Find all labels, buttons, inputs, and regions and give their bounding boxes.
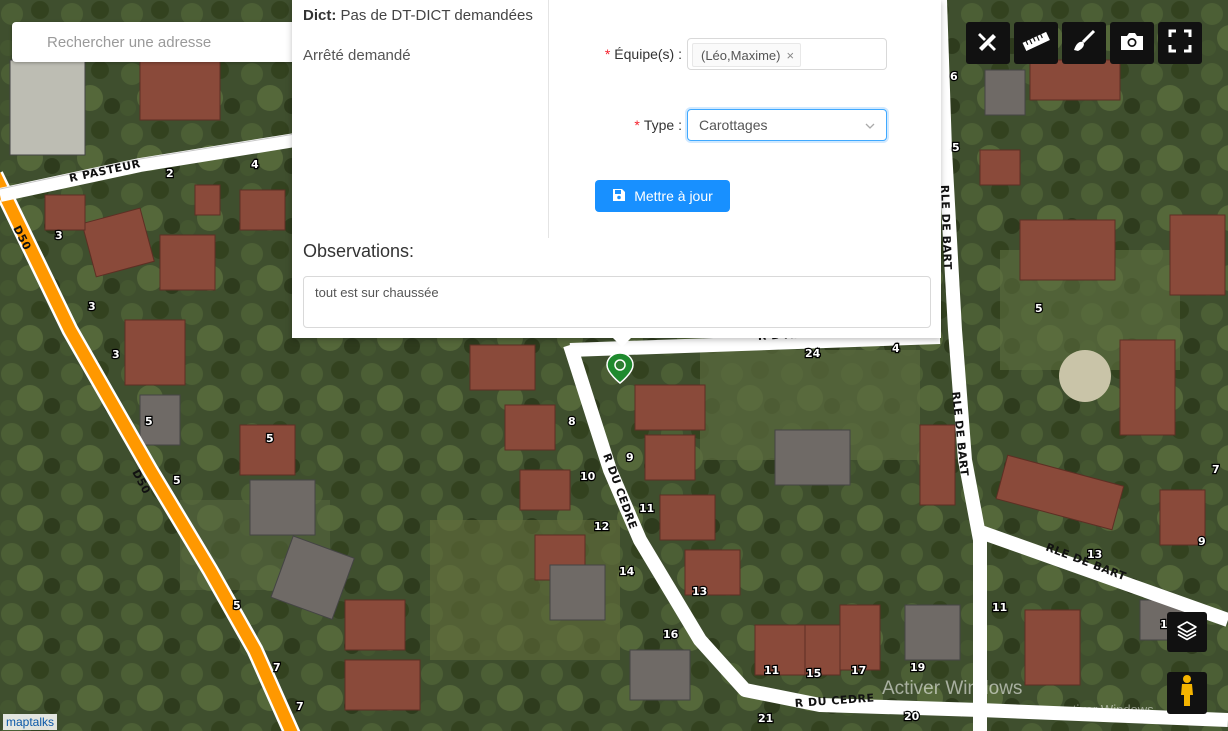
equipe-tag-label: (Léo,Maxime) xyxy=(701,47,781,63)
house-number: 4 xyxy=(251,158,259,171)
fullscreen-icon xyxy=(1168,29,1192,58)
house-number: 13 xyxy=(692,585,707,598)
house-number: 5 xyxy=(233,599,241,612)
house-number: 6 xyxy=(950,70,958,83)
house-number: 3 xyxy=(112,348,120,361)
house-number: 5 xyxy=(173,474,181,487)
arrete-text: Arrêté demandé xyxy=(303,47,411,64)
type-label: Type xyxy=(643,117,675,133)
house-number: 12 xyxy=(594,520,609,533)
equipe-tag: (Léo,Maxime) × xyxy=(692,43,802,67)
map-toolbar xyxy=(966,22,1202,64)
close-icon[interactable]: × xyxy=(786,48,794,63)
draw-tools-icon xyxy=(975,28,1001,59)
house-number: 9 xyxy=(1198,535,1206,548)
house-number: 7 xyxy=(296,700,304,713)
house-number: 14 xyxy=(619,565,635,578)
type-value: Carottages xyxy=(699,117,768,133)
update-button[interactable]: Mettre à jour xyxy=(595,180,730,212)
house-number: 13 xyxy=(1087,548,1102,561)
house-number: 11 xyxy=(639,502,654,515)
house-number: 19 xyxy=(910,661,925,674)
clear-brush-button[interactable] xyxy=(1062,22,1106,64)
house-number: 16 xyxy=(663,628,679,641)
house-number: 4 xyxy=(892,342,900,355)
house-number: 5 xyxy=(145,415,153,428)
screenshot-button[interactable] xyxy=(1110,22,1154,64)
type-select[interactable]: Carottages xyxy=(687,109,887,141)
ruler-button[interactable] xyxy=(1014,22,1058,64)
house-number: 2 xyxy=(166,167,174,180)
dict-label: Dict: xyxy=(303,7,337,24)
windows-watermark-title: Activer Windows xyxy=(882,678,1023,699)
popup-pointer xyxy=(612,337,632,347)
house-number: 9 xyxy=(626,451,634,464)
equipe-label: Équipe(s) xyxy=(614,46,675,62)
draw-tools-button[interactable] xyxy=(966,22,1010,64)
house-number: 15 xyxy=(806,667,821,680)
house-number: 21 xyxy=(758,712,773,725)
house-number: 5 xyxy=(952,141,960,154)
house-number: 7 xyxy=(1212,463,1220,476)
layers-button[interactable] xyxy=(1167,612,1207,652)
observations-title: Observations: xyxy=(303,241,415,261)
house-number: 3 xyxy=(88,300,96,313)
update-label: Mettre à jour xyxy=(634,188,713,204)
layers-icon xyxy=(1176,619,1198,646)
map-attribution[interactable]: maptalks xyxy=(3,714,58,730)
pegman-icon xyxy=(1178,674,1196,713)
house-number: 24 xyxy=(805,347,821,360)
save-icon xyxy=(612,188,626,205)
house-number: 5 xyxy=(266,432,274,445)
house-number: 8 xyxy=(568,415,576,428)
street-view-button[interactable] xyxy=(1167,672,1207,714)
house-number: 5 xyxy=(1035,302,1043,315)
house-number: 7 xyxy=(273,661,281,674)
equipe-select[interactable]: (Léo,Maxime) × xyxy=(687,38,887,70)
fullscreen-button[interactable] xyxy=(1158,22,1202,64)
popup-divider xyxy=(548,0,549,238)
type-label-wrap: * Type : xyxy=(634,117,682,133)
house-number: 17 xyxy=(851,664,866,677)
chevron-down-icon xyxy=(864,119,876,135)
equipe-label-wrap: * Équipe(s) : xyxy=(604,46,682,62)
house-number: 11 xyxy=(992,601,1007,614)
house-number: 10 xyxy=(580,470,596,483)
observations-textarea[interactable]: tout est sur chaussée xyxy=(303,276,931,328)
dict-value: Pas de DT-DICT demandées xyxy=(340,7,533,24)
site-popup: Dict: Pas de DT-DICT demandées Arrêté de… xyxy=(292,0,941,338)
ruler-icon xyxy=(1021,29,1051,58)
dict-line: Dict: Pas de DT-DICT demandées xyxy=(303,7,533,24)
clear-brush-icon xyxy=(1070,28,1098,59)
house-number: 3 xyxy=(55,229,63,242)
location-marker[interactable] xyxy=(606,352,634,389)
windows-watermark-text: Accédez aux paramètres pour activer Wind… xyxy=(882,702,1158,717)
camera-icon xyxy=(1119,30,1145,57)
house-number: 11 xyxy=(764,664,779,677)
